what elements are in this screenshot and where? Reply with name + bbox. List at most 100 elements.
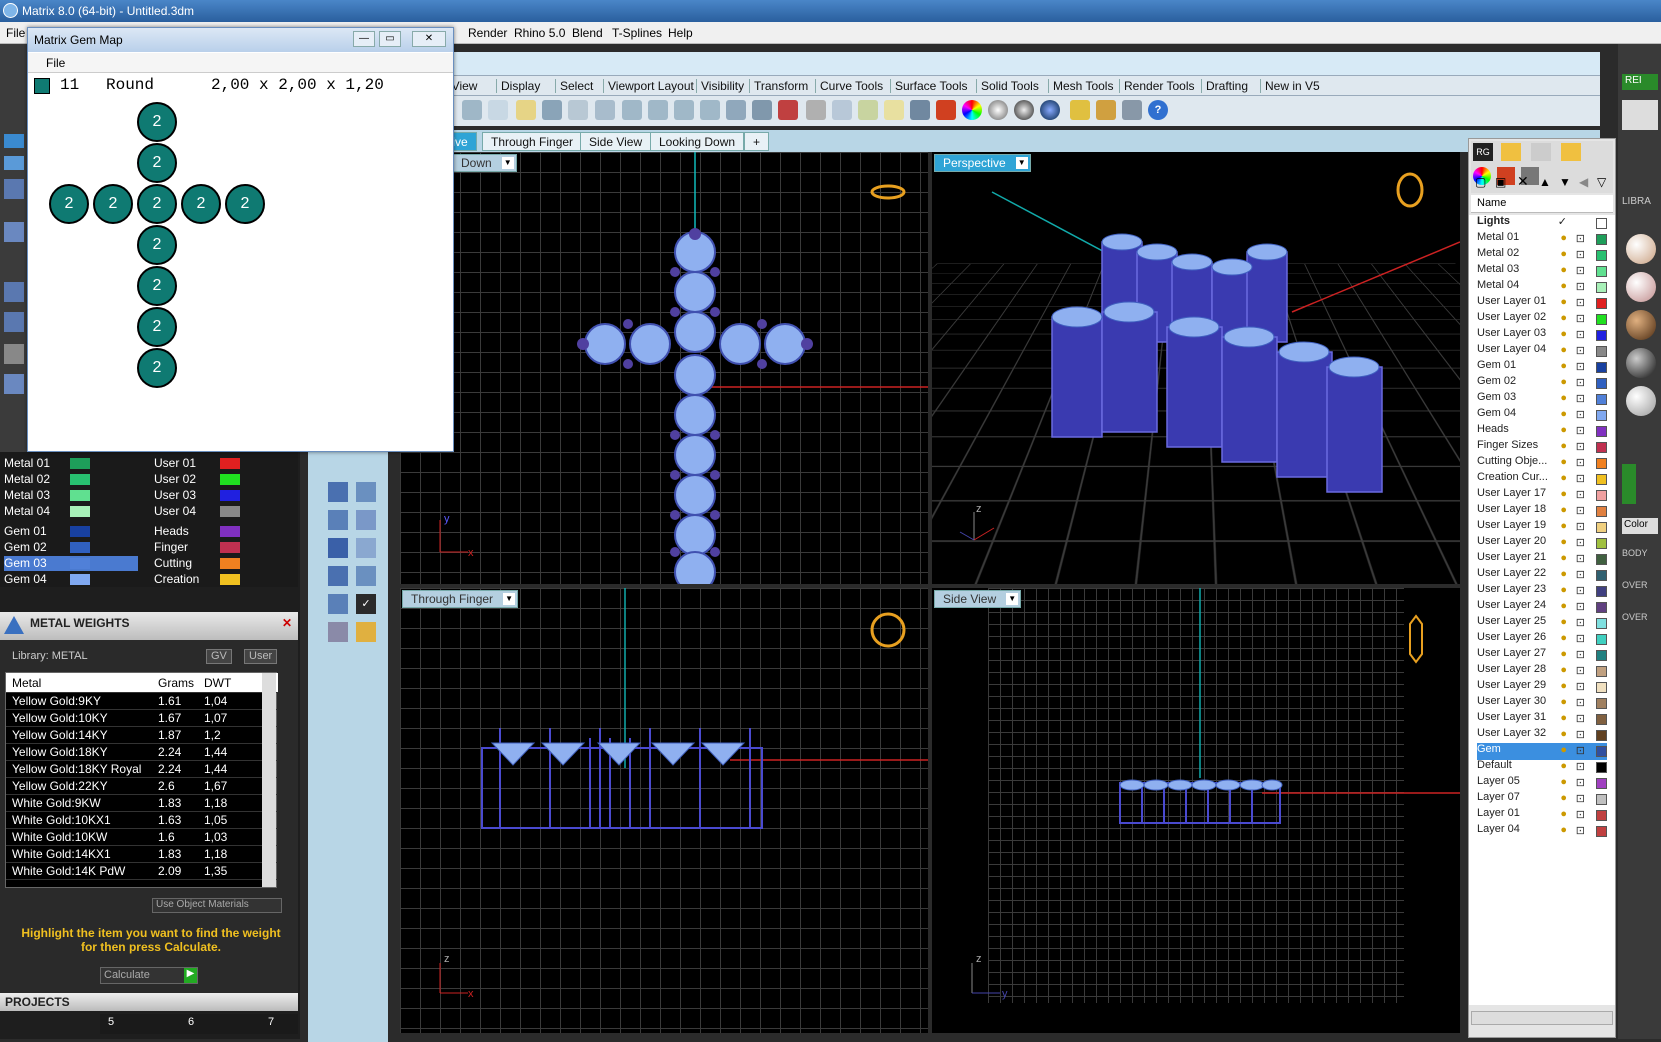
viewport-through-finger[interactable]: Through Finger ▼ z x — [400, 588, 928, 1033]
layer-color-swatch[interactable] — [220, 558, 240, 569]
add-tab-button[interactable]: + — [744, 132, 770, 151]
lock-icon[interactable]: ⊡ — [1576, 760, 1585, 773]
layer-color-swatch[interactable] — [1596, 746, 1607, 757]
column-header[interactable]: Metal — [12, 676, 41, 690]
layer-icon[interactable] — [936, 100, 956, 120]
lock-icon[interactable]: ⊡ — [1576, 808, 1585, 821]
lock-icon[interactable]: ⊡ — [1576, 440, 1585, 453]
color-wheel-icon[interactable] — [962, 100, 982, 120]
lock-icon[interactable] — [910, 100, 930, 120]
settings-icon[interactable] — [4, 344, 24, 364]
zoom-extents-icon[interactable] — [674, 100, 694, 120]
point-icon[interactable] — [832, 100, 852, 120]
visibility-bulb-icon[interactable]: ● — [1560, 536, 1567, 548]
gem-circle[interactable]: 2 — [225, 184, 265, 224]
layer-color-swatch[interactable] — [1596, 394, 1607, 405]
layer-row[interactable]: Gem 01 — [4, 524, 138, 539]
visibility-bulb-icon[interactable]: ● — [1560, 696, 1567, 708]
close-icon[interactable]: ✕ — [280, 616, 294, 630]
layer-color-swatch[interactable] — [1596, 618, 1607, 629]
viewport-perspective[interactable]: Perspective ▼ z — [932, 152, 1460, 584]
pan-icon[interactable] — [568, 100, 588, 120]
layer-row[interactable]: User Layer 23 ● ⊡ — [1477, 583, 1607, 600]
layer-color-swatch[interactable] — [1596, 810, 1607, 821]
shaded-sphere-icon[interactable] — [988, 100, 1008, 120]
new-layer-icon[interactable]: ▢ — [1475, 175, 1486, 189]
layer-color-swatch[interactable] — [70, 506, 90, 517]
visibility-bulb-icon[interactable]: ● — [1560, 440, 1567, 452]
box-tool-icon[interactable] — [328, 538, 348, 558]
layer-color-swatch[interactable] — [70, 526, 90, 537]
undo-icon[interactable] — [542, 100, 562, 120]
table-row[interactable]: Yellow Gold:9KY 1.61 1,04 — [6, 693, 278, 710]
layer-row[interactable]: Metal 02 — [4, 472, 138, 487]
column-header[interactable]: Grams — [158, 676, 194, 690]
use-object-materials-toggle[interactable]: Use Object Materials — [152, 898, 282, 913]
layer-row[interactable]: Metal 04 — [4, 504, 138, 519]
table-row[interactable]: Yellow Gold:18KY 2.24 1,44 — [6, 744, 278, 761]
table-row[interactable]: Yellow Gold:14KY 1.87 1,2 — [6, 727, 278, 744]
visibility-bulb-icon[interactable]: ● — [1560, 680, 1567, 692]
lock-icon[interactable]: ⊡ — [1576, 616, 1585, 629]
visibility-bulb-icon[interactable]: ● — [1560, 808, 1567, 820]
layer-row[interactable]: User Layer 18 ● ⊡ — [1477, 503, 1607, 520]
visibility-bulb-icon[interactable]: ● — [1560, 376, 1567, 388]
tab-visibility[interactable]: Visibility — [696, 79, 748, 93]
layer-row[interactable]: User Layer 24 ● ⊡ — [1477, 599, 1607, 616]
filter-icon[interactable]: ▽ — [1597, 175, 1606, 189]
lock-icon[interactable]: ⊡ — [1576, 392, 1585, 405]
mirror-tool-icon[interactable] — [356, 510, 376, 530]
visibility-bulb-icon[interactable]: ● — [1560, 232, 1567, 244]
layer-color-swatch[interactable] — [70, 574, 90, 585]
cut-icon[interactable] — [462, 100, 482, 120]
dimension-icon[interactable] — [1122, 100, 1142, 120]
tab-drafting[interactable]: Drafting — [1201, 79, 1252, 93]
gem-circle[interactable]: 2 — [137, 225, 177, 265]
snap-icon[interactable] — [4, 282, 24, 302]
layer-row[interactable]: Finger — [154, 540, 288, 555]
layer-color-swatch[interactable] — [1596, 682, 1607, 693]
layer-color-swatch[interactable] — [1596, 234, 1607, 245]
visibility-bulb-icon[interactable]: ● — [1560, 248, 1567, 260]
table-row[interactable]: Yellow Gold:22KY 2.6 1,67 — [6, 778, 278, 795]
gem-circle[interactable]: 2 — [137, 348, 177, 388]
menu-tsplines[interactable]: T-Splines — [612, 26, 662, 40]
table-row[interactable]: Yellow Gold:18KY Royal 2.24 1,44 — [6, 761, 278, 778]
visibility-bulb-icon[interactable]: ● — [1560, 392, 1567, 404]
delete-layer-icon[interactable]: ✕ — [1517, 173, 1529, 190]
gem-circle[interactable]: 2 — [137, 102, 177, 142]
scale-tool-icon[interactable] — [356, 482, 376, 502]
lock-icon[interactable]: ⊡ — [1576, 376, 1585, 389]
menu-file[interactable]: File — [6, 26, 25, 40]
layer-row-selected[interactable]: Gem ● ⊡ — [1477, 743, 1607, 760]
material-swatch[interactable] — [1626, 234, 1656, 264]
pave-tool-icon[interactable] — [356, 538, 376, 558]
gem-circle[interactable]: 2 — [137, 184, 177, 224]
layer-color-swatch[interactable] — [220, 474, 240, 485]
align-tool-icon[interactable] — [356, 566, 376, 586]
lock-icon[interactable]: ⊡ — [1576, 584, 1585, 597]
properties-icon[interactable] — [1070, 100, 1090, 120]
layer-color-swatch[interactable] — [1596, 378, 1607, 389]
lock-icon[interactable]: ⊡ — [1576, 712, 1585, 725]
lock-icon[interactable]: ⊡ — [1576, 280, 1585, 293]
layer-color-swatch[interactable] — [220, 574, 240, 585]
visibility-bulb-icon[interactable]: ● — [1560, 296, 1567, 308]
visibility-bulb-icon[interactable]: ● — [1560, 792, 1567, 804]
material-swatch[interactable] — [1626, 348, 1656, 378]
redraw-icon[interactable] — [726, 100, 746, 120]
zoom-selected-icon[interactable] — [700, 100, 720, 120]
table-row[interactable]: White Gold:10KX1 1.63 1,05 — [6, 812, 278, 829]
viewport-top[interactable]: Down ▼ y x — [400, 152, 928, 584]
layer-color-swatch[interactable] — [1596, 826, 1607, 837]
visibility-bulb-icon[interactable]: ● — [1560, 616, 1567, 628]
layer-row[interactable]: Gem 04 — [4, 572, 138, 587]
layer-row[interactable]: Creation Cur... ● ⊡ — [1477, 471, 1607, 488]
cloud-icon[interactable] — [4, 134, 24, 148]
light-tab-icon[interactable] — [1501, 143, 1521, 161]
lock-icon[interactable]: ⊡ — [1576, 664, 1585, 677]
tab-mesh-tools[interactable]: Mesh Tools — [1048, 79, 1117, 93]
visibility-bulb-icon[interactable]: ● — [1560, 712, 1567, 724]
visibility-bulb-icon[interactable]: ● — [1560, 328, 1567, 340]
render-icon[interactable] — [1040, 100, 1060, 120]
